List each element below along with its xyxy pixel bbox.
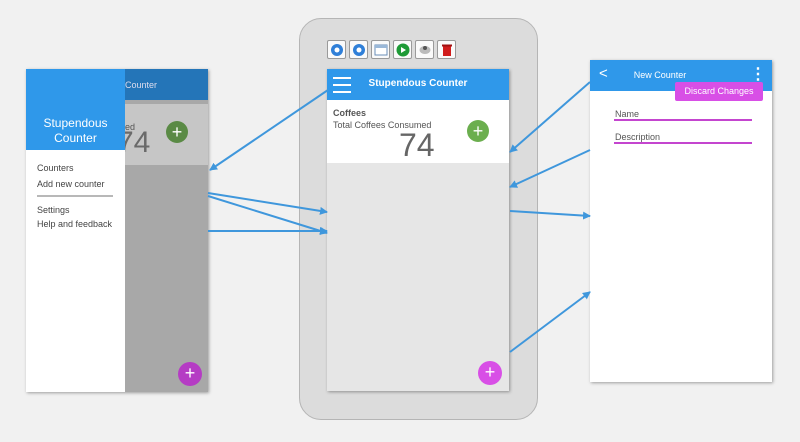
arrow-discard-to-main <box>509 149 591 188</box>
arrow-back-to-main <box>509 81 591 153</box>
arrow-menu-to-drawer <box>209 89 329 171</box>
arrow-fab-to-new <box>509 291 591 353</box>
arrow-main-to-new <box>509 210 591 220</box>
flow-arrows <box>207 81 591 353</box>
